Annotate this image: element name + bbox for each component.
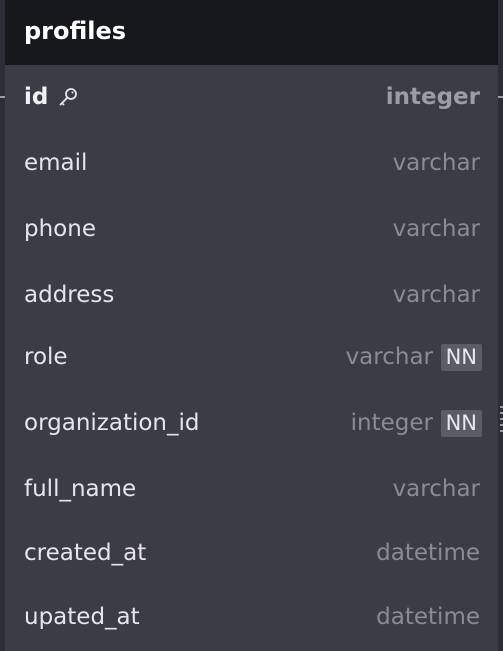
table-header[interactable]: profiles	[5, 0, 498, 65]
field-type: datetime	[376, 604, 480, 630]
field-name: phone	[24, 216, 96, 242]
field-name: role	[24, 344, 68, 370]
field-row-address[interactable]: address varchar	[5, 263, 498, 329]
field-name: upated_at	[24, 604, 140, 630]
field-type: varchar	[392, 150, 480, 176]
field-name: id	[24, 84, 49, 110]
field-name: address	[24, 282, 115, 308]
field-row-phone[interactable]: phone varchar	[5, 197, 498, 263]
table-title: profiles	[24, 17, 127, 45]
field-type: integer	[385, 84, 480, 110]
key-icon	[57, 86, 79, 108]
field-type: datetime	[376, 540, 480, 566]
field-name: organization_id	[24, 410, 200, 436]
not-null-badge: NN	[440, 344, 482, 371]
field-type: varchar	[392, 476, 480, 502]
not-null-badge: NN	[440, 410, 482, 437]
field-name: email	[24, 150, 88, 176]
field-type: varchar	[345, 344, 433, 370]
field-name: full_name	[24, 476, 137, 502]
field-type: integer	[350, 410, 433, 436]
field-type: varchar	[392, 216, 480, 242]
field-row-upated-at[interactable]: upated_at datetime	[5, 585, 498, 651]
relationship-connector-right	[498, 96, 503, 98]
field-row-organization-id[interactable]: organization_id integer NN	[5, 391, 498, 457]
field-name: created_at	[24, 540, 147, 566]
field-type: varchar	[392, 282, 480, 308]
field-row-email[interactable]: email varchar	[5, 131, 498, 197]
field-row-created-at[interactable]: created_at datetime	[5, 521, 498, 587]
field-row-full-name[interactable]: full_name varchar	[5, 457, 498, 523]
field-row-role[interactable]: role varchar NN	[5, 325, 498, 391]
table-card-profiles[interactable]: profiles id integer email varchar phone …	[5, 0, 498, 651]
field-row-id[interactable]: id integer	[5, 65, 498, 131]
diagram-canvas[interactable]: profiles id integer email varchar phone …	[0, 0, 503, 651]
